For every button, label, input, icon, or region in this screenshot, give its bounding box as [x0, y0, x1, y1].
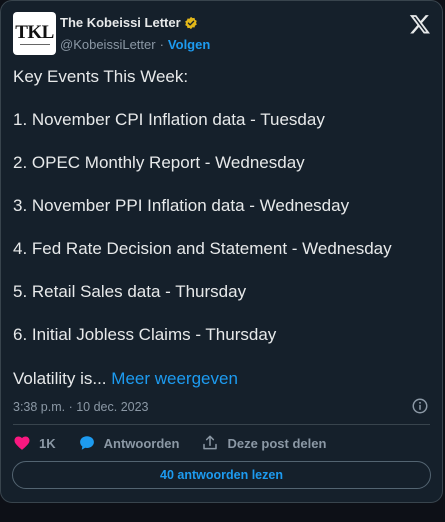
read-replies-button[interactable]: 40 antwoorden lezen	[12, 461, 431, 489]
reply-label: Antwoorden	[103, 435, 180, 451]
x-logo-icon[interactable]	[409, 13, 431, 35]
post-line-5: 5. Retail Sales data - Thursday	[13, 282, 247, 301]
embedded-post-card: TKL The Kobeissi Letter @KobeissiLetter …	[0, 0, 443, 503]
post-line-heading: Key Events This Week:	[13, 67, 189, 86]
follow-button[interactable]: Volgen	[168, 37, 210, 52]
avatar-underline	[19, 43, 50, 45]
author-name[interactable]: The Kobeissi Letter	[60, 15, 181, 30]
post-timestamp[interactable]: 3:38 p.m. · 10 dec. 2023	[13, 400, 149, 414]
post-truncated-text: Volatility is...	[13, 369, 107, 388]
speech-bubble-icon	[79, 436, 94, 450]
author-handle[interactable]: @KobeissiLetter	[60, 37, 156, 52]
post-line-3: 3. November PPI Inflation data - Wednesd…	[13, 196, 350, 215]
post-header: TKL The Kobeissi Letter @KobeissiLetter …	[13, 12, 433, 56]
post-line-6: 6. Initial Jobless Claims - Thursday	[13, 325, 277, 344]
action-bar: 1K Antwoorden Deze post delen	[13, 433, 326, 453]
share-upload-icon	[203, 435, 218, 450]
reply-button[interactable]: Antwoorden	[78, 434, 180, 452]
post-line-1: 1. November CPI Inflation data - Tuesday	[13, 110, 325, 129]
like-count: 1K	[39, 435, 56, 451]
avatar-monogram: TKL	[15, 21, 54, 43]
post-line-2: 2. OPEC Monthly Report - Wednesday	[13, 153, 305, 172]
divider	[13, 424, 430, 425]
author-handle-row: @KobeissiLetter · Volgen	[60, 37, 210, 52]
author-name-row: The Kobeissi Letter	[60, 15, 198, 30]
post-line-4: 4. Fed Rate Decision and Statement - Wed…	[13, 239, 392, 258]
heart-icon	[14, 436, 30, 450]
info-icon[interactable]	[411, 397, 429, 415]
verified-badge-icon	[184, 16, 198, 30]
avatar[interactable]: TKL	[13, 12, 56, 55]
like-button[interactable]: 1K	[13, 434, 56, 452]
share-button[interactable]: Deze post delen	[201, 434, 326, 452]
share-label: Deze post delen	[227, 435, 327, 451]
show-more-link[interactable]: Meer weergeven	[111, 369, 238, 388]
post-line-last: Volatility is... Meer weergeven	[13, 369, 238, 389]
handle-separator: ·	[159, 37, 164, 52]
